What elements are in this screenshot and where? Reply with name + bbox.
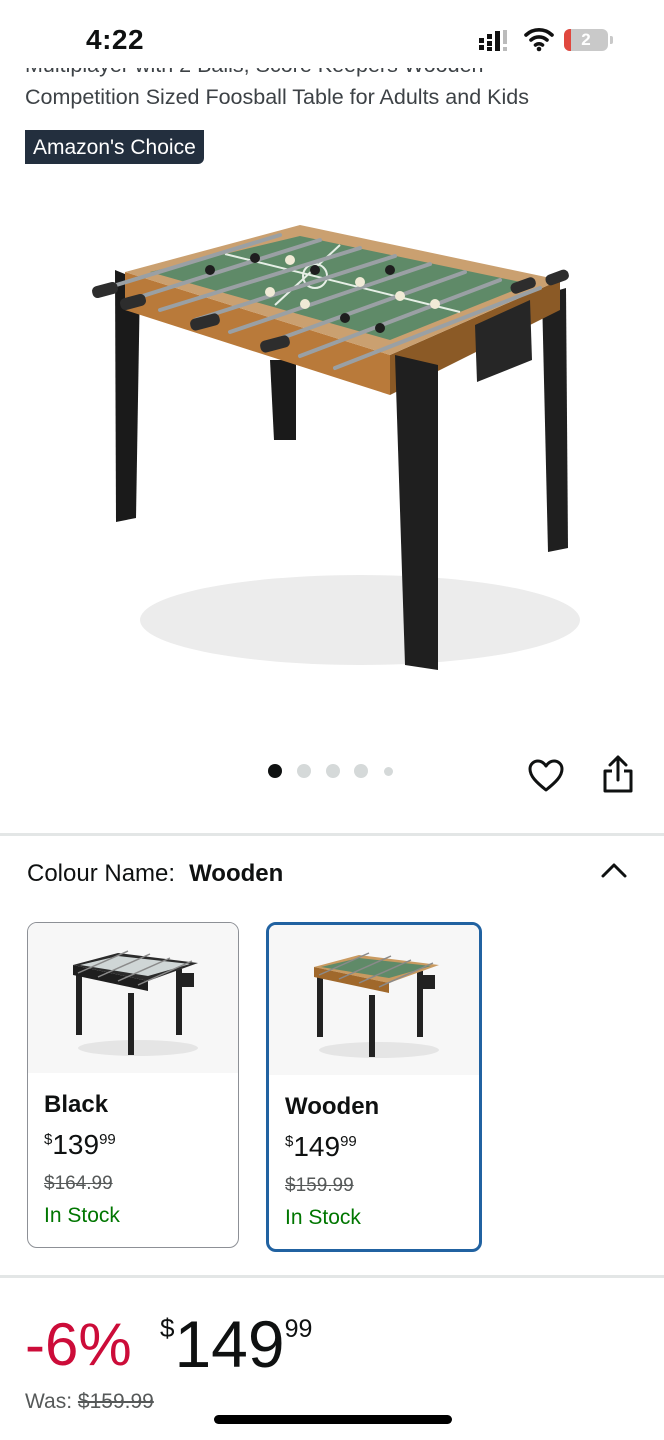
home-indicator[interactable] (214, 1415, 452, 1424)
share-icon[interactable] (601, 754, 635, 794)
variant-card-black[interactable]: Black $13999 $164.99 In Stock (27, 922, 239, 1248)
section-divider (0, 1275, 664, 1278)
variant-list-price: $159.99 (285, 1175, 354, 1196)
title-line-2: Competition Sized Foosball Table for Adu… (25, 85, 529, 109)
colour-name-label: Colour Name: (27, 860, 176, 887)
cellular-signal-icon (479, 30, 507, 51)
amazons-choice-badge[interactable]: Amazon's Choice (25, 130, 204, 164)
wifi-icon (524, 28, 554, 52)
variant-price: $13999 (44, 1129, 116, 1160)
discount-percentage: -6% (25, 1311, 132, 1378)
variant-name: Wooden (285, 1093, 380, 1120)
colour-name-row: Colour Name: Wooden (27, 860, 283, 888)
variant-list-price: $164.99 (44, 1173, 113, 1194)
status-bar: 4:22 2 (0, 0, 664, 70)
heart-icon[interactable] (527, 757, 565, 795)
current-price: $14999 (160, 1307, 313, 1381)
status-time: 4:22 (86, 24, 145, 55)
variant-stock-status: In Stock (285, 1206, 361, 1229)
variant-thumbnail-black (28, 923, 238, 1073)
carousel-dot-3[interactable] (326, 764, 340, 778)
carousel-dot-1[interactable] (268, 764, 282, 778)
battery-level: 2 (581, 30, 591, 49)
variant-thumbnail-wooden (269, 925, 479, 1075)
foosball-table-image[interactable] (60, 200, 620, 700)
was-price: Was: $159.99 (25, 1390, 154, 1413)
chevron-up-icon[interactable] (600, 858, 628, 882)
carousel-dot-5[interactable] (384, 767, 393, 776)
carousel-dot-4[interactable] (354, 764, 368, 778)
section-divider (0, 833, 664, 836)
variant-price: $14999 (285, 1131, 357, 1162)
carousel-dot-2[interactable] (297, 764, 311, 778)
variant-card-wooden[interactable]: Wooden $14999 $159.99 In Stock (266, 922, 482, 1252)
colour-name-value: Wooden (189, 860, 284, 887)
product-title: Multiplayer with 2 Balls, Score Keepers … (0, 68, 664, 124)
title-line-1: Multiplayer with 2 Balls, Score Keepers … (25, 68, 484, 77)
variant-stock-status: In Stock (44, 1204, 120, 1227)
battery-icon: 2 (564, 29, 614, 53)
variant-name: Black (44, 1091, 109, 1118)
